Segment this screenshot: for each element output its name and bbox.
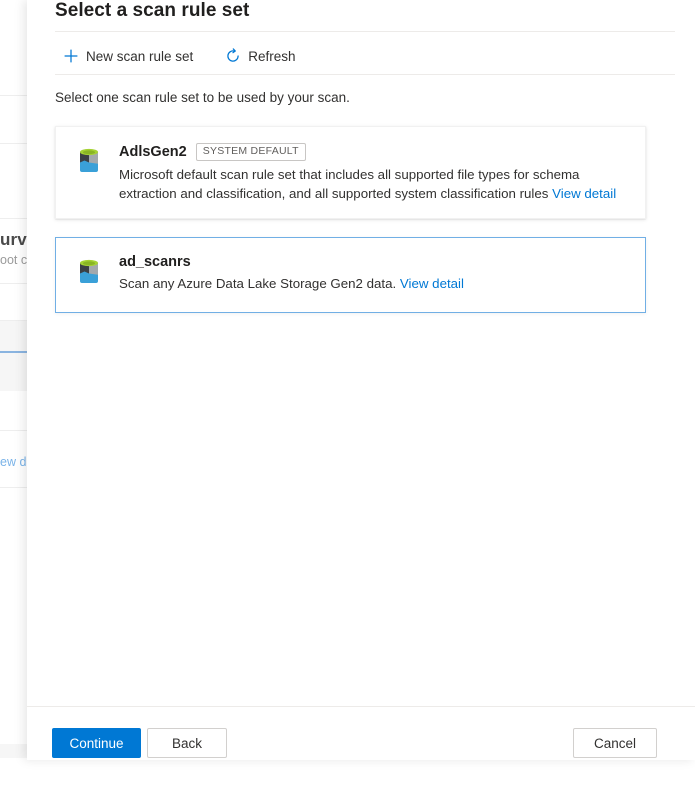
background-divider: [0, 283, 27, 284]
background-subtitle-fragment: oot c: [0, 253, 27, 267]
continue-button[interactable]: Continue: [52, 728, 141, 758]
background-row-shade: [0, 321, 27, 351]
background-divider: [0, 95, 27, 96]
card-header: AdlsGen2 SYSTEM DEFAULT: [119, 143, 627, 161]
background-divider: [0, 143, 27, 144]
background-divider: [0, 430, 27, 431]
refresh-label: Refresh: [248, 49, 295, 64]
refresh-icon: [225, 48, 241, 64]
scan-rule-set-panel: Select a scan rule set New scan rule set…: [27, 0, 695, 760]
background-divider: [0, 487, 27, 488]
panel-subtitle: Select one scan rule set to be used by y…: [55, 90, 350, 105]
title-divider: [55, 31, 675, 32]
command-bar: New scan rule set Refresh: [55, 40, 304, 72]
background-link-fragment: ew d: [0, 455, 27, 469]
adls-gen2-icon: [73, 256, 105, 288]
plus-icon: [63, 48, 79, 64]
background-title-fragment: urvi: [0, 230, 27, 250]
view-detail-link[interactable]: View detail: [552, 186, 616, 201]
new-scan-rule-set-label: New scan rule set: [86, 49, 193, 64]
rule-set-name: ad_scanrs: [119, 254, 191, 270]
rule-set-description: Scan any Azure Data Lake Storage Gen2 da…: [119, 274, 627, 293]
rule-set-name: AdlsGen2: [119, 144, 187, 160]
footer-actions: Continue Back Cancel: [27, 707, 695, 760]
new-scan-rule-set-button[interactable]: New scan rule set: [55, 40, 201, 72]
page-title: Select a scan rule set: [55, 0, 249, 22]
commandbar-divider: [55, 74, 675, 75]
background-divider: [0, 218, 27, 219]
back-button[interactable]: Back: [147, 728, 227, 758]
card-header: ad_scanrs: [119, 254, 627, 270]
adls-gen2-icon: [73, 145, 105, 177]
scan-rule-set-card-adlsgen2[interactable]: AdlsGen2 SYSTEM DEFAULT Microsoft defaul…: [55, 126, 646, 219]
view-detail-link[interactable]: View detail: [400, 276, 464, 291]
rule-set-description: Microsoft default scan rule set that inc…: [119, 165, 627, 203]
background-row-shade: [0, 744, 27, 758]
status-badge: SYSTEM DEFAULT: [196, 143, 306, 161]
refresh-button[interactable]: Refresh: [217, 40, 303, 72]
description-text: Scan any Azure Data Lake Storage Gen2 da…: [119, 276, 396, 291]
background-row-shade: [0, 353, 27, 391]
cancel-button[interactable]: Cancel: [573, 728, 657, 758]
scan-rule-set-card-ad-scanrs[interactable]: ad_scanrs Scan any Azure Data Lake Stora…: [55, 237, 646, 313]
description-text: Microsoft default scan rule set that inc…: [119, 167, 579, 201]
